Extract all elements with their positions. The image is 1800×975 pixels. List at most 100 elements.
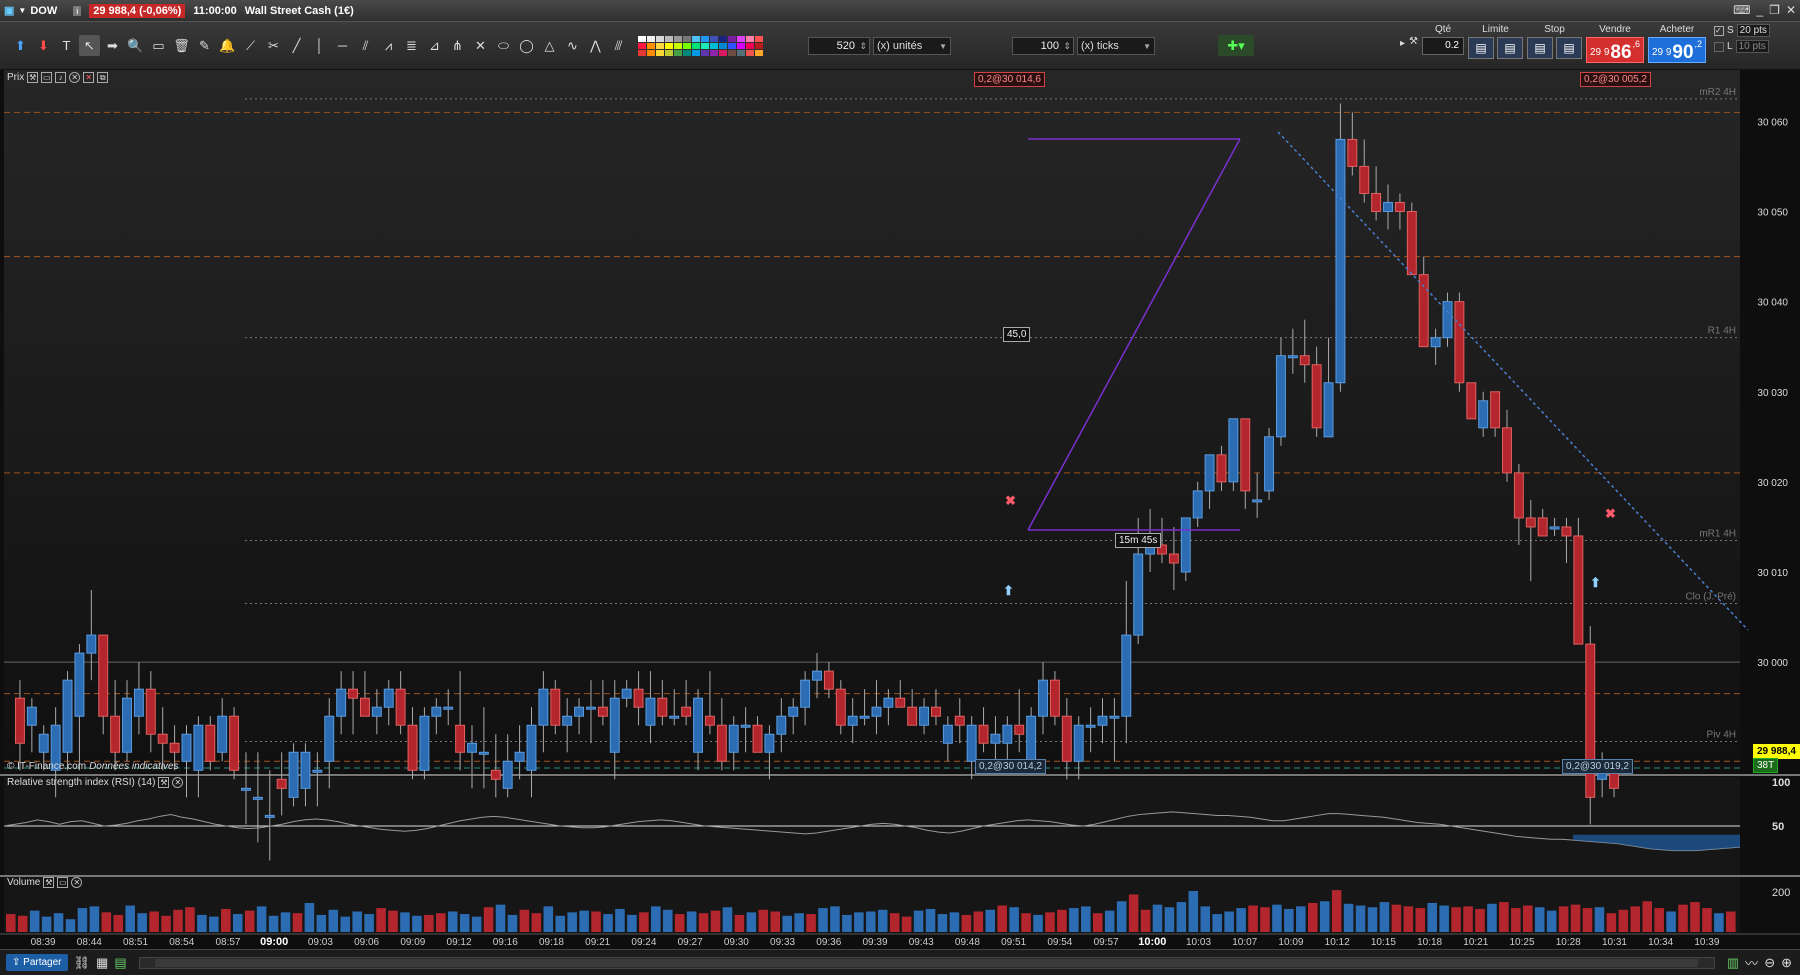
keyboard-icon[interactable]: ⌨ — [1733, 3, 1750, 17]
order-tag-top-right[interactable]: 0,2@30 005,2 — [1580, 72, 1651, 87]
limit-checkbox[interactable] — [1714, 41, 1724, 52]
stop-points-value[interactable]: 20 pts — [1736, 24, 1770, 37]
pencil-icon[interactable]: ✎ — [194, 35, 215, 56]
layout-icon[interactable]: ▤ — [114, 955, 126, 971]
sell-button[interactable]: 29 9 86 ,6 — [1586, 37, 1644, 63]
color-swatch[interactable] — [692, 42, 700, 49]
color-swatch[interactable] — [674, 42, 682, 49]
horizontal-line-icon[interactable]: ─ — [332, 35, 353, 56]
arrow-right-icon[interactable]: ➡ — [102, 35, 123, 56]
color-swatch[interactable] — [737, 35, 745, 42]
close-icon[interactable]: ✕ — [1786, 3, 1796, 17]
order-tag-bottom-right[interactable]: 0,2@30 019,2 — [1562, 759, 1633, 774]
color-swatch[interactable] — [728, 49, 736, 56]
trash-icon[interactable]: 🗑 — [171, 35, 192, 56]
parallel-icon[interactable]: ⫻ — [608, 35, 629, 56]
vertical-line-icon[interactable]: │ — [309, 35, 330, 56]
delete-icon[interactable]: ✕ — [83, 72, 95, 83]
color-swatch[interactable] — [719, 49, 727, 56]
color-swatch[interactable] — [674, 35, 682, 42]
bars-icon[interactable]: ▥ — [1727, 955, 1739, 971]
buy-button[interactable]: 29 9 90 ,2 — [1648, 37, 1706, 63]
expand-arrow-icon[interactable]: ▸ — [1400, 38, 1405, 49]
color-swatch[interactable] — [710, 35, 718, 42]
color-swatch[interactable] — [737, 42, 745, 49]
color-swatch[interactable] — [701, 35, 709, 42]
color-swatch[interactable] — [656, 35, 664, 42]
scrollbar-thumb[interactable] — [155, 958, 1699, 967]
minimize-icon[interactable]: _ — [1756, 3, 1763, 17]
arrow-up-icon[interactable]: ⬆ — [10, 35, 31, 56]
color-swatch[interactable] — [710, 42, 718, 49]
zoom-icon[interactable]: 🔍 — [125, 35, 146, 56]
color-swatch[interactable] — [638, 42, 646, 49]
stop-sell-button[interactable]: ▤ — [1527, 37, 1553, 59]
link-icon[interactable]: ⛓ — [74, 955, 91, 971]
color-swatch[interactable] — [746, 49, 754, 56]
chart-canvas[interactable]: mR2 4H R1 4H mR1 4H Clo (J. Pré) Piv 4H 30 06… — [0, 70, 1800, 949]
fibonacci-icon[interactable]: ≣ — [401, 35, 422, 56]
bell-icon[interactable]: ♪ — [55, 72, 67, 83]
units-select[interactable]: (x) unités — [873, 36, 951, 55]
color-swatch[interactable] — [683, 35, 691, 42]
color-swatch[interactable] — [746, 35, 754, 42]
wrench-icon[interactable]: ⚒ — [158, 777, 170, 788]
stop-buy-button[interactable]: ▤ — [1556, 37, 1582, 59]
wrench-icon[interactable]: ⚒ — [1409, 36, 1418, 47]
color-swatch[interactable] — [755, 35, 763, 42]
line-icon[interactable]: ╱ — [286, 35, 307, 56]
close-icon[interactable]: ✕ — [71, 877, 83, 888]
color-swatch[interactable] — [719, 42, 727, 49]
horizontal-scrollbar[interactable] — [138, 956, 1715, 969]
restore-icon[interactable]: ❐ — [1769, 3, 1780, 17]
wrench-icon[interactable]: ⚒ — [27, 72, 39, 83]
window-icon[interactable]: ▭ — [57, 877, 69, 888]
color-swatch[interactable] — [737, 49, 745, 56]
zigzag-icon[interactable]: ⋀ — [585, 35, 606, 56]
line-chart-icon[interactable]: 〰 — [1745, 953, 1758, 972]
rectangle-icon[interactable]: ▭ — [148, 35, 169, 56]
color-swatch[interactable] — [755, 49, 763, 56]
cross-icon[interactable]: ✕ — [470, 35, 491, 56]
wave-icon[interactable]: ∿ — [562, 35, 583, 56]
color-swatch[interactable] — [647, 35, 655, 42]
color-swatch[interactable] — [647, 49, 655, 56]
color-swatch[interactable] — [746, 42, 754, 49]
cursor-icon[interactable]: ↖ — [79, 35, 100, 56]
pitchfork-icon[interactable]: ⋔ — [447, 35, 468, 56]
color-swatch[interactable] — [647, 42, 655, 49]
order-tag-bottom-left[interactable]: 0,2@30 014,2 — [975, 759, 1046, 774]
limit-buy-button[interactable]: ▤ — [1497, 37, 1523, 59]
color-swatch[interactable] — [692, 49, 700, 56]
share-button[interactable]: ⇪ Partager — [6, 954, 68, 971]
color-swatch[interactable] — [665, 42, 673, 49]
indicator-add-icon[interactable]: ✚▾ — [1218, 35, 1254, 56]
color-swatch[interactable] — [692, 35, 700, 42]
circle-icon[interactable]: ◯ — [516, 35, 537, 56]
ellipse-icon[interactable]: ⬭ — [493, 35, 514, 56]
chart-area[interactable]: mR2 4H R1 4H mR1 4H Clo (J. Pré) Piv 4H 30 06… — [0, 70, 1800, 975]
zoom-in-icon[interactable]: ⊕ — [1781, 955, 1792, 971]
text-icon[interactable]: T — [56, 35, 77, 56]
units-input[interactable]: 520 — [808, 36, 870, 55]
color-swatch[interactable] — [710, 49, 718, 56]
ticks-select[interactable]: (x) ticks — [1077, 36, 1155, 55]
color-swatch[interactable] — [638, 49, 646, 56]
color-swatch[interactable] — [755, 42, 763, 49]
wrench-icon[interactable]: ⚒ — [43, 877, 55, 888]
triangle-icon[interactable]: △ — [539, 35, 560, 56]
channel-icon[interactable]: ⫽ — [355, 35, 376, 56]
ticks-input[interactable]: 100 — [1012, 36, 1074, 55]
zoom-out-icon[interactable]: ⊖ — [1764, 955, 1775, 971]
color-swatch[interactable] — [656, 42, 664, 49]
grid-icon[interactable]: ▦ — [96, 955, 108, 971]
fan-icon[interactable]: ⩘ — [378, 35, 399, 56]
arrow-down-icon[interactable]: ⬇ — [33, 35, 54, 56]
limit-sell-button[interactable]: ▤ — [1468, 37, 1494, 59]
color-swatch[interactable] — [638, 35, 646, 42]
qty-input[interactable]: 0.2 — [1422, 37, 1464, 55]
color-swatch[interactable] — [656, 49, 664, 56]
color-swatch[interactable] — [728, 42, 736, 49]
window-icon[interactable]: ▭ — [41, 72, 53, 83]
close-icon[interactable]: ✕ — [69, 72, 81, 83]
